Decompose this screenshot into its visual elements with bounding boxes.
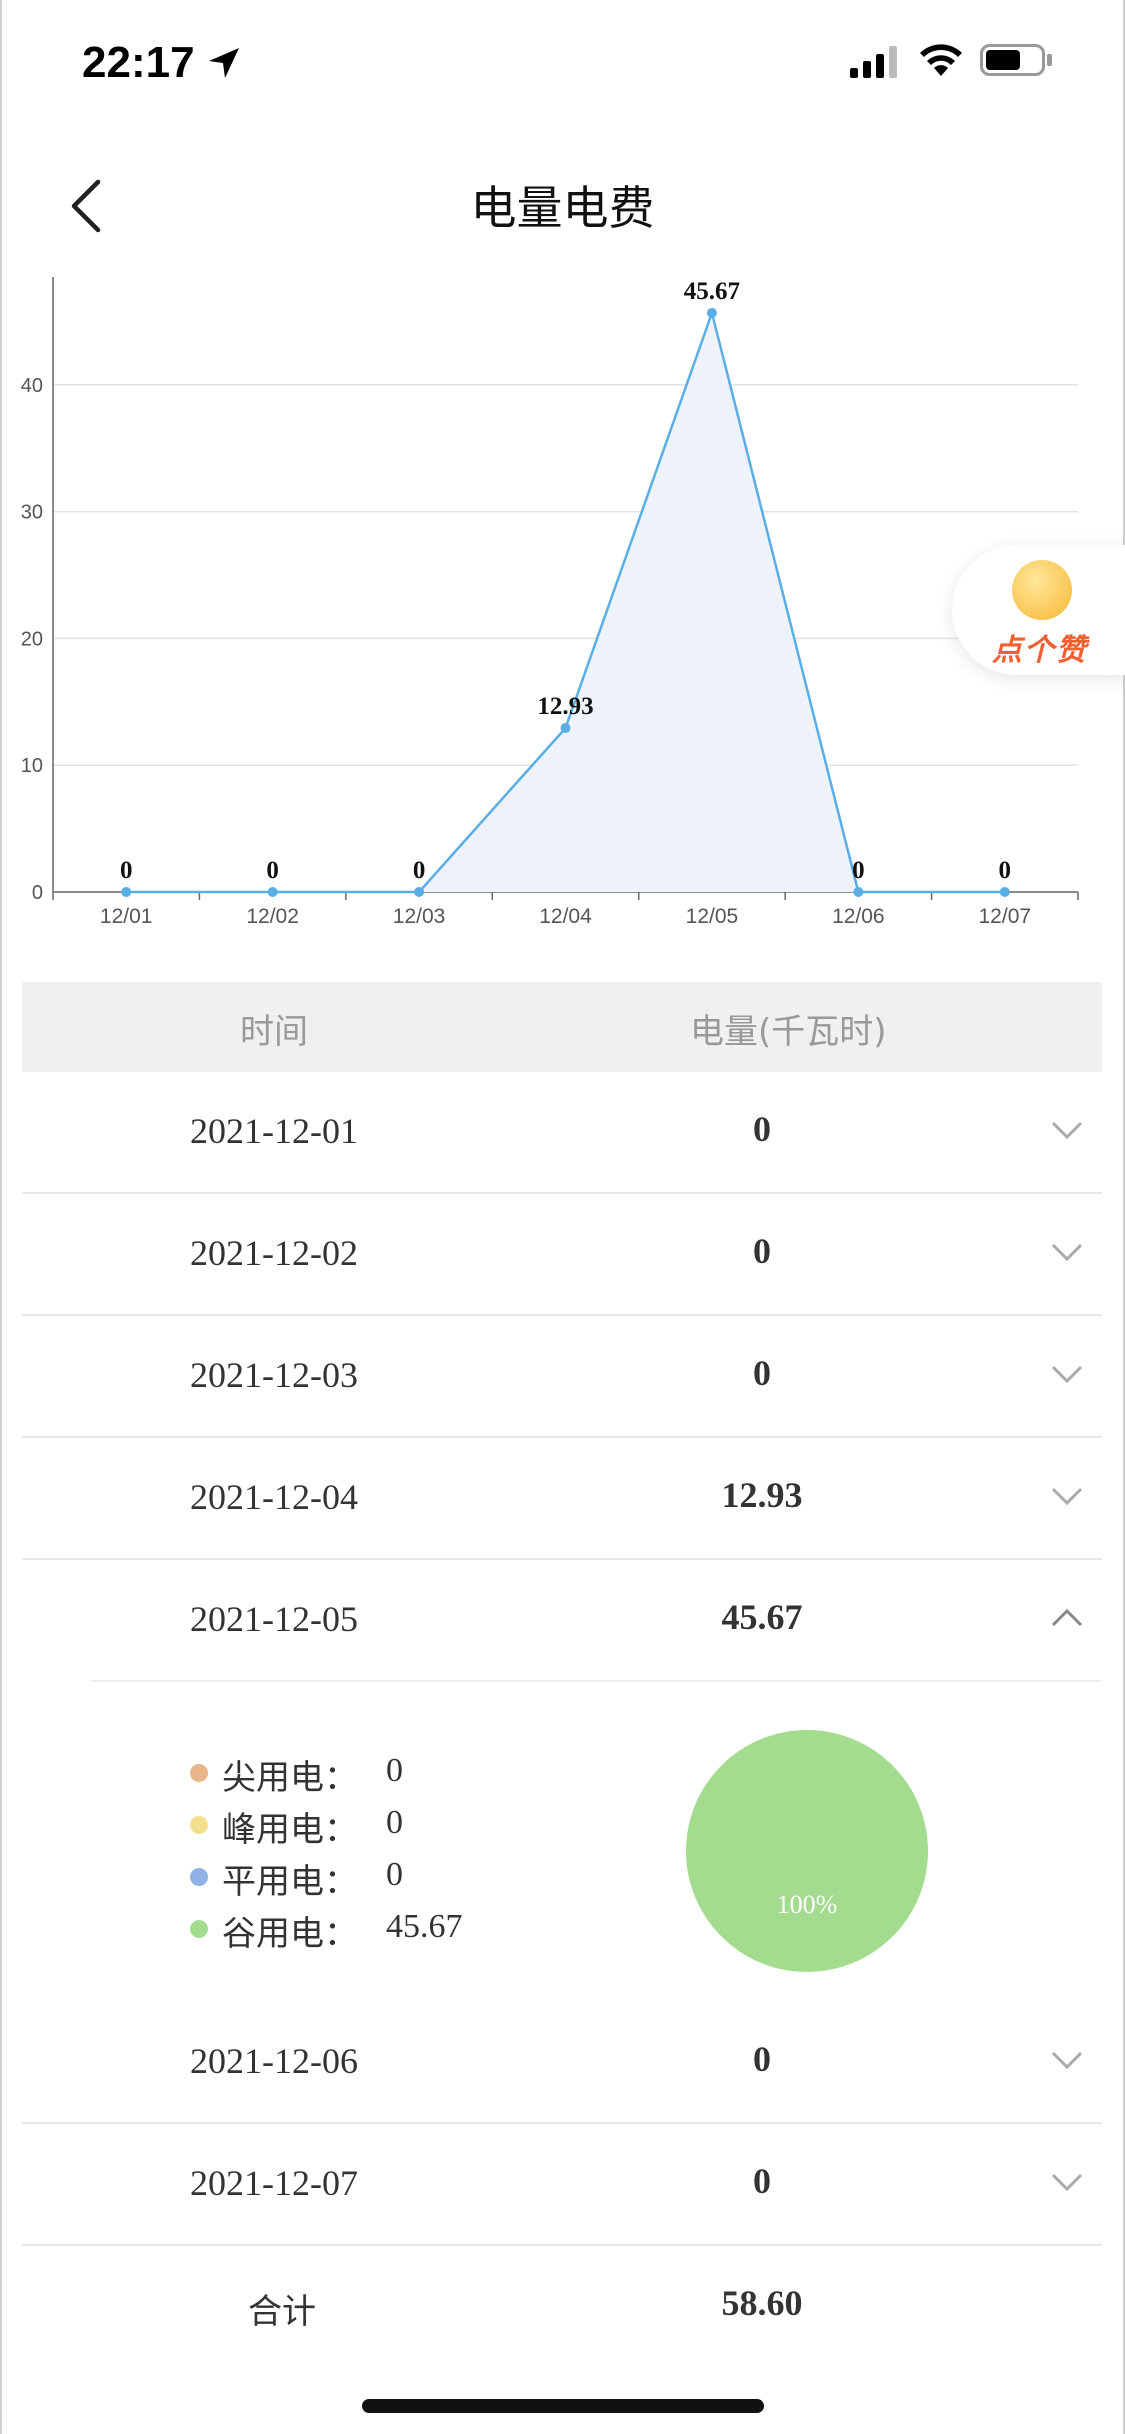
data-label: 0 [999,857,1012,884]
table-row[interactable]: 2021-12-03 0 [22,1316,1102,1438]
chevron-down-icon[interactable] [1047,2162,1087,2202]
row-value: 12.93 [721,1475,803,1515]
row-value: 0 [753,1353,771,1393]
data-label: 0 [852,857,865,884]
table-row[interactable]: 2021-12-06 0 [22,2002,1102,2124]
table-row-expanded[interactable]: 2021-12-05 45.67 [22,1560,1102,1680]
data-label: 45.67 [684,278,740,305]
row-date: 2021-12-06 [190,2041,358,2081]
data-point [706,307,717,318]
total-label: 合计 [248,2292,316,2332]
row-detail-panel: 尖用电： 0 峰用电： 0 平用电： 0 谷用电： 45.67 100% [90,1680,1102,2002]
legend-value: 0 [386,1752,403,1789]
data-point [560,723,571,734]
chevron-down-icon[interactable] [1047,2040,1087,2080]
chevron-down-icon[interactable] [1047,1110,1087,1150]
row-date: 2021-12-01 [190,1111,358,1151]
y-tick-label: 0 [32,882,43,904]
y-tick-label: 20 [21,628,43,650]
like-button[interactable]: 点个赞 [952,545,1125,675]
data-point [999,887,1010,897]
legend-dot [190,1920,208,1938]
row-value: 0 [753,1231,771,1271]
x-tick-label: 12/01 [100,905,153,928]
x-tick-label: 12/03 [393,905,446,928]
total-value: 58.60 [721,2283,803,2323]
data-point [121,887,132,897]
legend-dot [190,1816,208,1834]
legend-label: 峰用电： [222,1810,358,1850]
usage-pie-chart: 100% [686,1730,928,1972]
data-label: 0 [266,857,279,884]
x-tick-label: 12/05 [686,905,739,928]
legend-dot [190,1868,208,1886]
chevron-up-icon[interactable] [1047,1598,1087,1638]
battery-icon [980,44,1052,76]
energy-table: 时间 电量(千瓦时) 2021-12-01 0 2021-12-02 0 202… [22,982,1102,2366]
legend-label: 平用电： [222,1862,358,1902]
wifi-icon [920,44,962,76]
row-value: 45.67 [721,1597,803,1637]
smiley-face-icon [1012,560,1072,620]
row-date: 2021-12-02 [190,1233,358,1273]
x-tick-label: 12/07 [979,905,1032,928]
header-time: 时间 [240,1012,308,1052]
chevron-down-icon[interactable] [1047,1476,1087,1516]
y-tick-label: 10 [21,755,43,777]
table-row[interactable]: 2021-12-07 0 [22,2124,1102,2246]
row-value: 0 [753,2039,771,2079]
data-label: 12.93 [537,693,593,720]
header-energy: 电量(千瓦时) [690,1012,887,1052]
like-label: 点个赞 [992,633,1088,668]
legend-dot [190,1764,208,1782]
data-point [267,887,278,897]
x-tick-label: 12/04 [539,905,592,928]
row-date: 2021-12-05 [190,1599,358,1639]
legend-value: 0 [386,1856,403,1893]
table-row[interactable]: 2021-12-02 0 [22,1194,1102,1316]
chevron-down-icon[interactable] [1047,1232,1087,1272]
table-header: 时间 电量(千瓦时) [22,982,1102,1072]
legend-label: 尖用电： [222,1758,358,1798]
cellular-signal-icon [850,46,897,78]
table-row[interactable]: 2021-12-01 0 [22,1072,1102,1194]
y-tick-label: 40 [21,375,43,397]
legend-label: 谷用电： [222,1914,358,1954]
chevron-down-icon[interactable] [1047,1354,1087,1394]
row-value: 0 [753,2161,771,2201]
total-row: 合计 58.60 [22,2246,1102,2366]
home-indicator[interactable] [362,2399,764,2413]
page-title: 电量电费 [470,181,655,235]
row-date: 2021-12-03 [190,1355,358,1395]
data-label: 0 [120,857,133,884]
nav-bar: 电量电费 [0,150,1125,260]
status-time: 22:17 [82,38,195,87]
data-point [853,887,864,897]
row-value: 0 [753,1109,771,1149]
data-label: 0 [413,857,426,884]
series-area [126,312,1005,892]
x-tick-label: 12/06 [832,905,885,928]
legend-value: 45.67 [386,1908,463,1945]
y-tick-label: 30 [21,502,43,524]
row-date: 2021-12-07 [190,2163,358,2203]
table-row[interactable]: 2021-12-04 12.93 [22,1438,1102,1560]
pie-percent-label: 100% [776,1890,838,1919]
legend-value: 0 [386,1804,403,1841]
data-point [414,887,425,897]
location-arrow-icon [209,48,239,78]
status-bar: 22:17 [0,0,1125,130]
x-tick-label: 12/02 [246,905,299,928]
row-date: 2021-12-04 [190,1477,358,1517]
